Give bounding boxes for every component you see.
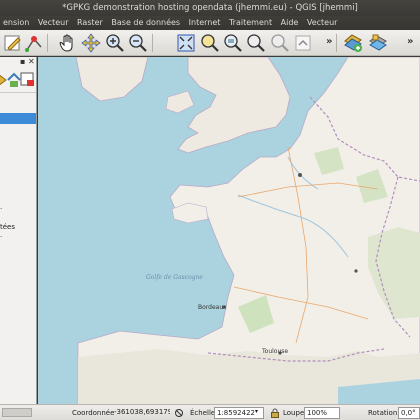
magnifier-spinbox[interactable]: 100% <box>304 407 340 419</box>
toolbar-separator <box>336 34 337 52</box>
toolbar-more-icon-2[interactable]: » <box>407 36 413 47</box>
main-toolbar: » » <box>0 30 420 56</box>
toolbar-separator <box>152 34 153 52</box>
menu-item-base-de-donnees[interactable]: Base de données <box>108 16 183 30</box>
layer-tree-fragment: · <box>0 233 3 241</box>
selected-layer-row[interactable] <box>0 113 36 124</box>
menu-item-internet[interactable]: Internet <box>186 16 224 30</box>
add-vector-layer-icon[interactable] <box>343 33 363 53</box>
menu-item-raster[interactable]: Raster <box>74 16 106 30</box>
coordinate-field[interactable]: -361038,6931797 <box>112 407 170 419</box>
panel-header: ▪ ✕ <box>0 57 36 67</box>
progress-area <box>2 408 32 417</box>
extents-toggle-icon[interactable] <box>174 407 184 419</box>
close-panel-icon[interactable]: ✕ <box>28 57 35 66</box>
window-title: *GPKG demonstration hosting opendata (jh… <box>0 0 420 16</box>
layers-panel: ▪ ✕ · · tées <box>0 57 37 404</box>
zoom-out-icon[interactable] <box>128 33 148 53</box>
remove-layer-icon[interactable] <box>20 70 35 88</box>
menu-item-vecteur-2[interactable]: Vecteur <box>304 16 341 30</box>
rotation-label: Rotation <box>368 409 398 417</box>
coordinate-label: Coordonnée <box>72 409 115 417</box>
map-canvas[interactable]: Golfe de Gascogne Toulouse Bordeaux <box>38 57 420 404</box>
pan-to-selection-icon[interactable] <box>81 33 101 53</box>
edit-pencil-icon[interactable] <box>3 33 23 53</box>
rotation-spinbox[interactable]: 0,0° <box>398 407 420 419</box>
pan-hand-icon[interactable] <box>58 33 78 53</box>
float-panel-icon[interactable]: ▪ <box>20 57 25 66</box>
map-label-bordeaux: Bordeaux <box>198 304 227 311</box>
zoom-in-icon[interactable] <box>105 33 125 53</box>
digitize-icon[interactable] <box>24 33 44 53</box>
layer-item-label[interactable]: tées <box>0 223 15 231</box>
zoom-next-icon[interactable] <box>293 33 313 53</box>
basemap-osm: Golfe de Gascogne Toulouse Bordeaux <box>38 57 420 404</box>
zoom-to-selection-icon[interactable] <box>200 33 220 53</box>
map-label-toulouse: Toulouse <box>261 348 288 355</box>
menu-item-aide[interactable]: Aide <box>278 16 302 30</box>
zoom-last-icon[interactable] <box>270 33 290 53</box>
menu-bar: ension Vecteur Raster Base de données In… <box>0 16 420 30</box>
panel-toolbar <box>0 67 36 93</box>
scale-label: Échelle <box>190 409 216 417</box>
lock-icon[interactable] <box>270 408 280 418</box>
status-bar: Coordonnée -361038,6931797 Échelle 1:859… <box>0 404 420 420</box>
menu-item-traitement[interactable]: Traitement <box>226 16 275 30</box>
menu-item-extension[interactable]: ension <box>0 16 32 30</box>
zoom-to-layer-icon[interactable] <box>223 33 243 53</box>
zoom-native-icon[interactable] <box>246 33 266 53</box>
filter-legend-icon[interactable] <box>7 70 21 88</box>
chevron-down-icon[interactable]: ▾ <box>255 408 263 418</box>
add-raster-layer-icon[interactable] <box>368 33 388 53</box>
toolbar-separator <box>47 34 48 52</box>
menu-item-vecteur[interactable]: Vecteur <box>35 16 72 30</box>
toolbar-more-icon[interactable]: » <box>326 36 332 47</box>
scale-value: 1:8592422 <box>217 409 255 417</box>
layer-tree-fragment: · <box>0 205 3 213</box>
map-label-golfe: Golfe de Gascogne <box>146 274 203 281</box>
zoom-full-icon[interactable] <box>176 33 196 53</box>
magnifier-label: Loupe <box>283 409 305 417</box>
